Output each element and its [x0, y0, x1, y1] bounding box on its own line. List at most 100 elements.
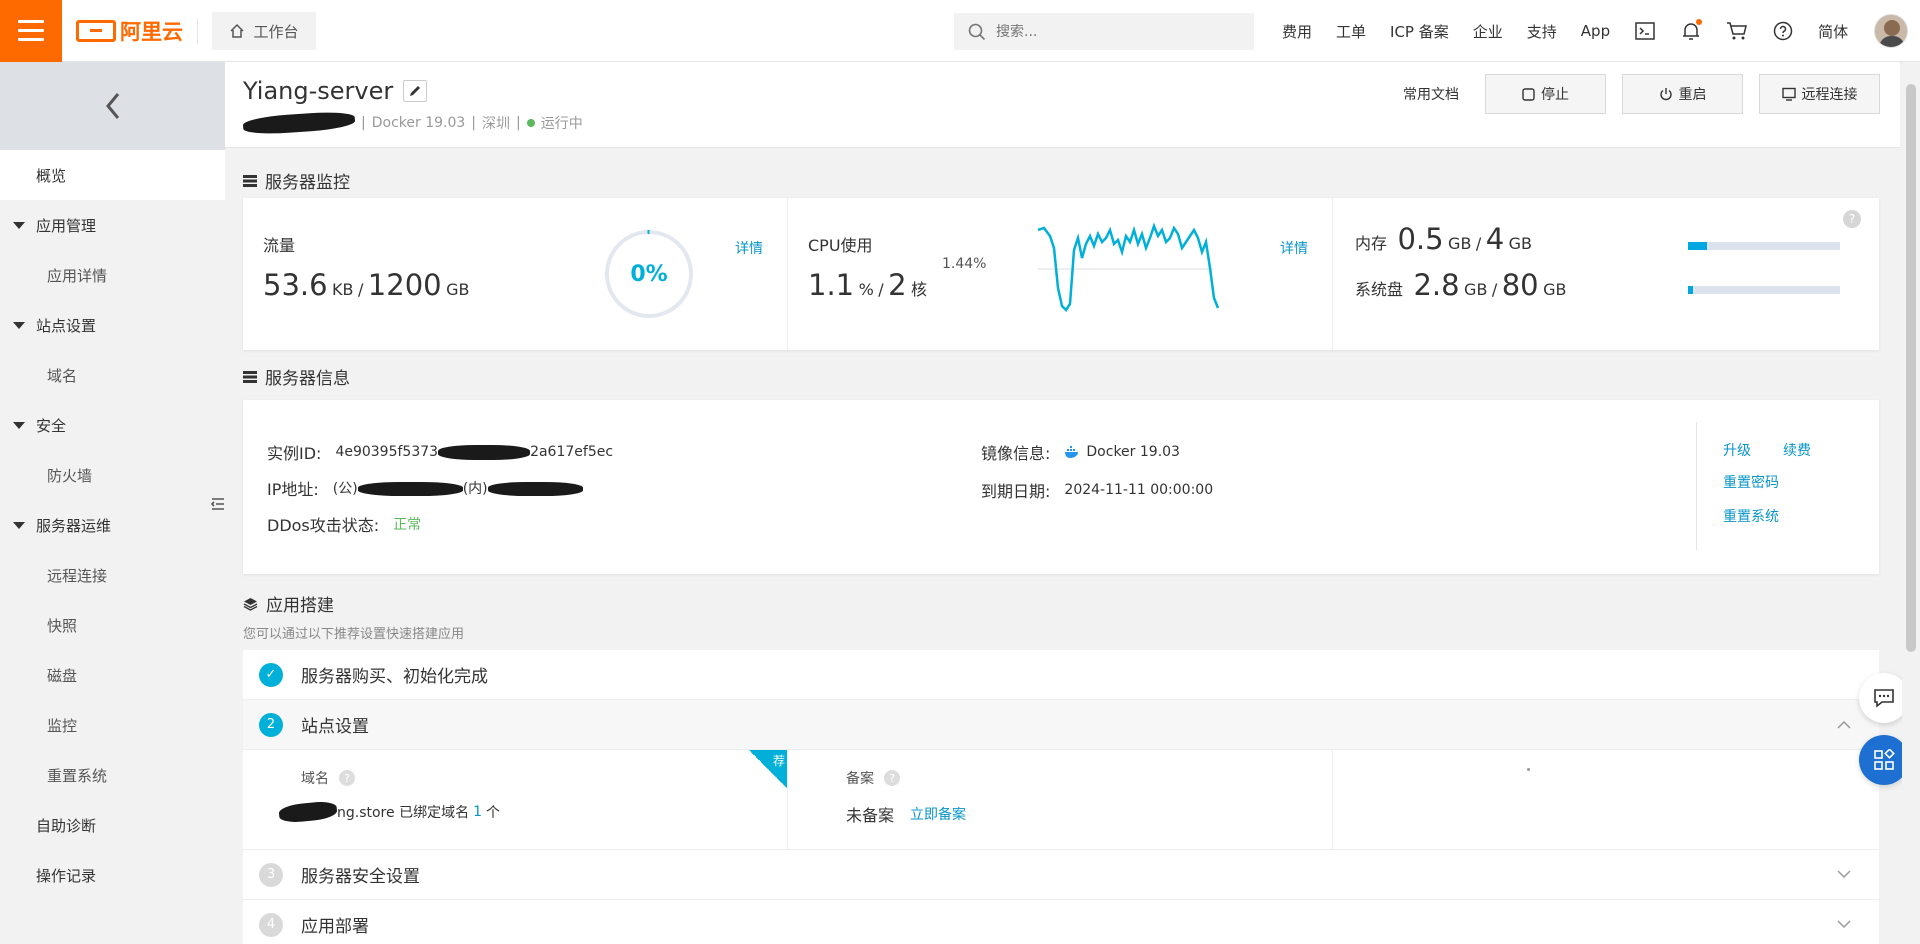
page-scrollbar[interactable]	[1902, 62, 1920, 944]
domain-count-link[interactable]: 1	[473, 804, 482, 820]
status-badge: 运行中	[540, 116, 583, 132]
reset-system-link[interactable]: 重置系统	[1723, 506, 1779, 526]
renew-link[interactable]: 续费	[1783, 440, 1811, 460]
sidebar-item-remote[interactable]: 远程连接	[0, 550, 225, 600]
chevron-up-icon[interactable]	[1837, 720, 1851, 729]
traffic-panel: 流量 53.6 KB / 1200 GB 0% 详情	[243, 198, 788, 350]
nav-app[interactable]: App	[1581, 22, 1610, 40]
main-content: Yiang-server | Docker 19.03 | 深圳 | 运行中 常…	[225, 62, 1900, 944]
search-icon	[968, 23, 986, 40]
bell-icon[interactable]	[1680, 19, 1703, 42]
chevron-down-icon[interactable]	[1837, 870, 1851, 879]
search-input[interactable]	[996, 23, 1236, 40]
expire-row: 到期日期: 2024-11-11 00:00:00	[981, 482, 1214, 501]
disk-value: 系统盘 2.8 GB / 80 GB	[1355, 268, 1567, 302]
beian-status: 未备案	[846, 806, 895, 825]
monitor-icon	[1781, 87, 1796, 101]
redacted-text	[438, 444, 531, 460]
aliyun-logo-icon	[76, 20, 116, 42]
sidebar-item-domain[interactable]: 域名	[0, 350, 225, 400]
workbench-button[interactable]: 工作台	[212, 12, 316, 50]
sidebar-back[interactable]	[0, 62, 225, 150]
ddos-status: 正常	[393, 517, 422, 533]
sidebar-item-app-details[interactable]: 应用详情	[0, 250, 225, 300]
sidebar-group-ops[interactable]: 服务器运维	[0, 500, 225, 550]
traffic-label: 流量	[263, 236, 296, 255]
server-info-card: 实例ID: 4e90395f5373 2a617ef5ec IP地址: (公) (内…	[243, 400, 1879, 574]
sidebar-item-diagnosis[interactable]: 自助诊断	[0, 800, 225, 850]
nav-enterprise[interactable]: 企业	[1473, 21, 1503, 42]
upgrade-link[interactable]: 升级	[1723, 440, 1751, 460]
monitor-section-title: 服务器监控	[243, 168, 350, 193]
top-nav: 费用 工单 ICP 备案 企业 支持 App 简体	[1282, 0, 1848, 62]
aliyun-logo[interactable]: 阿里云	[76, 14, 183, 48]
memory-disk-panel: 内存 0.5 GB / 4 GB 系统盘 2.8 GB / 80 GB ?	[1333, 198, 1879, 350]
search-box[interactable]	[954, 13, 1254, 50]
notification-dot	[1696, 19, 1703, 25]
server-meta: | Docker 19.03 | 深圳 | 运行中	[242, 110, 583, 136]
traffic-detail-link[interactable]: 详情	[735, 238, 763, 258]
memory-usage-bar	[1688, 242, 1840, 250]
docker-icon	[1065, 446, 1079, 458]
app-section-title: 应用搭建	[243, 591, 334, 616]
cart-icon[interactable]	[1726, 20, 1748, 42]
power-icon	[1659, 88, 1672, 101]
help-icon[interactable]: ?	[1843, 210, 1861, 228]
nav-icp[interactable]: ICP 备案	[1390, 21, 1449, 42]
page-title: Yiang-server	[243, 77, 428, 105]
nav-support[interactable]: 支持	[1527, 21, 1557, 42]
help-icon[interactable]	[1772, 20, 1794, 42]
image-row: 镜像信息: Docker 19.03	[981, 444, 1180, 463]
sidebar: 概览 应用管理 应用详情 站点设置 域名 安全 防火墙 服务器运维 远程连接 快…	[0, 62, 225, 944]
sidebar-item-disk[interactable]: 磁盘	[0, 650, 225, 700]
sidebar-group-security[interactable]: 安全	[0, 400, 225, 450]
memory-usage-fill	[1688, 242, 1707, 250]
layers-icon	[243, 597, 258, 611]
header-actions: 常用文档 停止 重启 远程连接	[1403, 74, 1880, 114]
stop-button[interactable]: 停止	[1485, 74, 1606, 114]
status-dot	[526, 119, 535, 127]
server-header: Yiang-server | Docker 19.03 | 深圳 | 运行中 常…	[225, 62, 1900, 148]
sidebar-item-monitor[interactable]: 监控	[0, 700, 225, 750]
help-icon[interactable]: ?	[884, 770, 900, 786]
avatar[interactable]	[1874, 14, 1908, 48]
home-icon	[230, 23, 245, 38]
sidebar-item-snapshot[interactable]: 快照	[0, 600, 225, 650]
instance-id-row: 实例ID: 4e90395f5373 2a617ef5ec	[267, 444, 614, 463]
redacted-text	[357, 482, 463, 496]
sidebar-group-site-settings[interactable]: 站点设置	[0, 300, 225, 350]
chevron-left-icon	[105, 93, 119, 119]
sidebar-item-overview[interactable]: 概览	[0, 150, 225, 200]
pencil-icon	[410, 86, 421, 96]
cpu-sparkline	[1038, 222, 1220, 312]
redacted-text	[487, 482, 583, 496]
restart-button[interactable]: 重启	[1622, 74, 1743, 114]
scrollbar-thumb[interactable]	[1906, 84, 1916, 652]
help-icon[interactable]: ?	[339, 770, 355, 786]
hamburger-menu-button[interactable]	[0, 0, 62, 62]
disk-usage-fill	[1688, 286, 1694, 294]
docs-link[interactable]: 常用文档	[1403, 84, 1459, 104]
step-purchase[interactable]: ✓ 服务器购买、初始化完成	[243, 650, 1879, 700]
chat-icon	[1874, 689, 1894, 708]
check-icon: ✓	[259, 662, 283, 687]
cpu-detail-link[interactable]: 详情	[1280, 238, 1308, 258]
redacted-text	[278, 800, 338, 824]
step-deploy[interactable]: 4 应用部署	[243, 900, 1879, 944]
nav-fees[interactable]: 费用	[1282, 21, 1312, 42]
nav-tickets[interactable]: 工单	[1336, 21, 1366, 42]
sidebar-item-operation-log[interactable]: 操作记录	[0, 850, 225, 900]
language-switch[interactable]: 简体	[1818, 21, 1848, 42]
remote-connect-button[interactable]: 远程连接	[1759, 74, 1880, 114]
sidebar-item-reset-system[interactable]: 重置系统	[0, 750, 225, 800]
chevron-down-icon[interactable]	[1837, 920, 1851, 929]
step-site-settings[interactable]: 2 站点设置	[243, 700, 1879, 750]
step-security[interactable]: 3 服务器安全设置	[243, 850, 1879, 900]
sidebar-group-app-management[interactable]: 应用管理	[0, 200, 225, 250]
reset-password-link[interactable]: 重置密码	[1723, 472, 1779, 492]
edit-name-button[interactable]	[403, 80, 428, 102]
terminal-icon[interactable]	[1634, 20, 1656, 42]
beian-now-link[interactable]: 立即备案	[910, 804, 966, 824]
cpu-label: CPU使用	[808, 236, 873, 255]
sidebar-item-firewall[interactable]: 防火墙	[0, 450, 225, 500]
